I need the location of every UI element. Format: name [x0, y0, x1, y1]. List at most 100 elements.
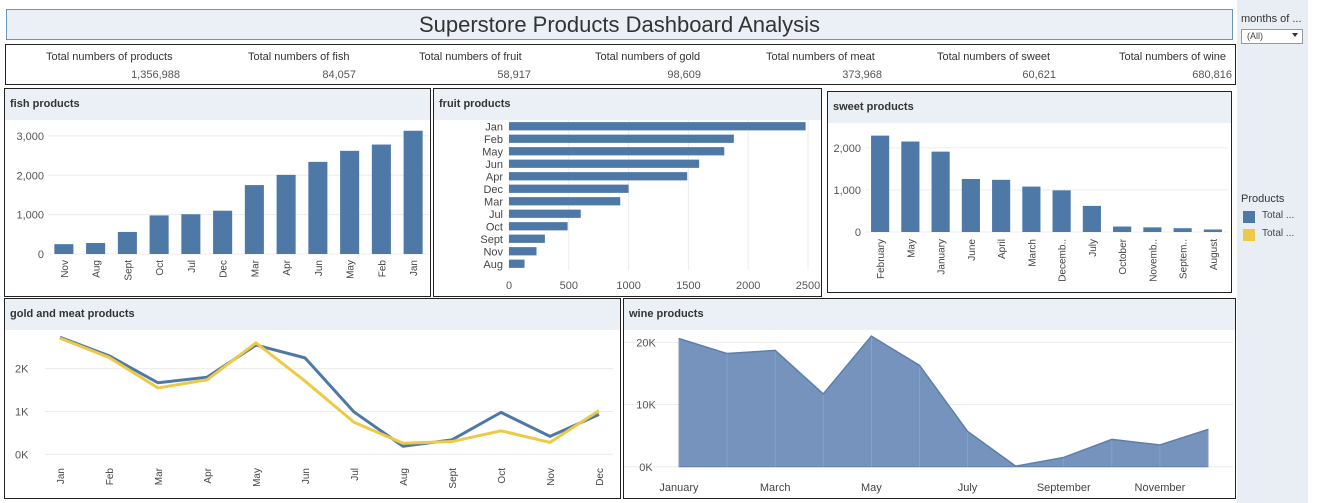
bar: [1052, 190, 1071, 232]
right-rail: [1237, 0, 1308, 503]
kpi-fruit: Total numbers of fruit 58,917: [356, 45, 531, 86]
bar: [181, 214, 201, 254]
bar: [509, 197, 621, 206]
bar: [1113, 226, 1132, 232]
x-tick-label: Feb: [377, 260, 388, 278]
x-tick-label: January: [659, 482, 699, 494]
x-tick-label: 1500: [676, 280, 700, 292]
kpi-value: 680,816: [1192, 69, 1232, 81]
x-tick-label: April: [997, 239, 1008, 259]
x-tick-label: Sept: [123, 260, 134, 281]
kpi-value: 1,356,988: [131, 69, 180, 81]
kpi-products: Total numbers of products 1,356,988: [6, 45, 180, 86]
x-tick-label: Feb: [105, 468, 116, 486]
y-tick-label: 0K: [15, 449, 29, 461]
y-tick-label: 1,000: [16, 210, 44, 222]
kpi-fish: Total numbers of fish 84,057: [180, 45, 356, 86]
sweet-chart-card: sweet products 0 1,000 2,000 February May Jan…: [827, 91, 1232, 293]
fruit-chart-header: fruit products: [434, 89, 821, 120]
bar: [931, 151, 950, 232]
fruit-chart: 0 500 1000 1500 2000 2500 JanFebMayJunAprDecMa…: [480, 120, 820, 292]
bar: [1022, 186, 1041, 232]
x-tick-label: Aug: [92, 260, 103, 278]
x-tick-label: 2500: [796, 280, 820, 292]
y-tick-label: Jun: [485, 159, 503, 171]
y-tick-label: 2K: [15, 364, 29, 376]
x-tick-label: Sept: [448, 468, 459, 489]
goldmeat-chart-title: gold and meat products: [10, 308, 135, 320]
goldmeat-chart-header: gold and meat products: [5, 299, 620, 330]
kpi-label: Total numbers of products: [46, 51, 173, 63]
month-filter-dropdown[interactable]: (All): [1241, 29, 1303, 44]
chevron-down-icon: [1292, 33, 1298, 37]
bar: [213, 210, 233, 254]
x-tick-label: Decemb..: [1058, 239, 1069, 282]
bar: [509, 122, 806, 131]
y-tick-label: Feb: [484, 134, 503, 146]
series-line: [59, 336, 600, 445]
bar: [340, 150, 360, 254]
x-tick-label: September: [1037, 482, 1091, 494]
kpi-sweet: Total numbers of sweet 60,621: [882, 45, 1056, 86]
kpi-value: 60,621: [1022, 69, 1056, 81]
dashboard-title-box: Superstore Products Dashboard Analysis: [6, 9, 1233, 40]
x-tick-label: Septem..: [1179, 239, 1190, 279]
bar: [509, 172, 688, 181]
x-tick-label: 0: [506, 280, 512, 292]
y-tick-label: Jan: [485, 121, 503, 133]
legend-swatch: [1243, 229, 1255, 241]
bar: [244, 185, 264, 254]
x-tick-label: March: [760, 482, 791, 494]
x-tick-label: Nov: [60, 260, 71, 278]
kpi-value: 98,609: [667, 69, 701, 81]
y-tick-label: 1K: [15, 407, 29, 419]
x-tick-label: Oct: [497, 468, 508, 484]
bar: [308, 161, 328, 254]
x-tick-label: Jul: [187, 260, 198, 273]
bar: [871, 135, 890, 232]
y-tick-label: Nov: [483, 246, 503, 258]
bar: [509, 147, 725, 156]
legend-title: Products: [1241, 193, 1285, 205]
wine-chart-title: wine products: [629, 308, 704, 320]
x-tick-label: Jul: [350, 468, 361, 481]
x-tick-label: Nov: [546, 468, 557, 486]
kpi-panel: Total numbers of products 1,356,988 Tota…: [5, 44, 1236, 85]
y-tick-label: 2,000: [16, 170, 44, 182]
y-tick-label: Dec: [483, 184, 503, 196]
x-tick-label: February: [876, 239, 887, 279]
month-filter-value: (All): [1247, 31, 1263, 41]
fruit-chart-card: fruit products 0 500 1000 1500 2000 2500 Jan Fe…: [433, 88, 822, 297]
x-tick-label: July: [1088, 239, 1099, 257]
x-tick-label: Dec: [219, 260, 230, 278]
bar: [1173, 228, 1192, 232]
kpi-label: Total numbers of fruit: [419, 51, 522, 63]
fish-chart-card: fish products 0 1,000 2,000 3,000 Nov Aug Sept…: [4, 88, 431, 297]
bar: [149, 215, 169, 254]
x-tick-label: Novemb..: [1148, 239, 1159, 282]
x-tick-label: 1000: [616, 280, 640, 292]
y-tick-label: May: [482, 146, 503, 158]
y-tick-label: 1,000: [833, 185, 861, 197]
x-tick-label: 2000: [736, 280, 760, 292]
y-tick-label: Mar: [484, 196, 503, 208]
bar: [117, 231, 137, 254]
bar: [1143, 227, 1162, 232]
x-tick-label: July: [958, 482, 978, 494]
bar: [992, 179, 1011, 232]
y-tick-label: 3,000: [16, 131, 44, 143]
kpi-value: 84,057: [322, 69, 356, 81]
bar: [1082, 205, 1101, 232]
x-tick-label: Apr: [203, 467, 214, 483]
legend-label: Total ...: [1262, 210, 1295, 221]
bar: [371, 144, 391, 254]
y-tick-label: Apr: [486, 171, 503, 183]
fish-chart-title: fish products: [10, 98, 80, 110]
x-tick-label: Jun: [314, 260, 325, 276]
bar: [54, 244, 74, 254]
legend-swatch: [1243, 211, 1255, 223]
series-line: [59, 335, 600, 448]
bar: [509, 184, 629, 193]
bar: [1203, 229, 1222, 232]
x-tick-label: March: [1027, 239, 1038, 267]
